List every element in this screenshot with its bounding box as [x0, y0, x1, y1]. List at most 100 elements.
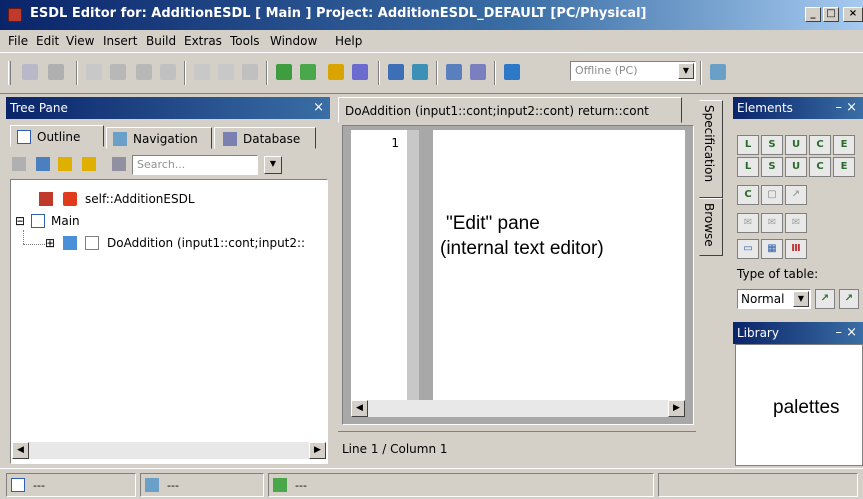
element-union-red-icon[interactable]: U — [785, 157, 807, 177]
menu-help[interactable]: Help — [335, 34, 362, 48]
element-receive-icon[interactable]: ✉ — [761, 213, 783, 233]
up-icon[interactable] — [242, 64, 258, 80]
editor-tab-label: DoAddition (input1::cont;input2::cont) r… — [345, 104, 649, 118]
save-icon[interactable] — [22, 64, 38, 80]
scroll-right-icon[interactable]: ▶ — [668, 400, 685, 417]
cut-icon[interactable] — [86, 64, 102, 80]
sort-icon[interactable] — [36, 157, 50, 171]
elements-pane-close-button[interactable]: – × — [835, 100, 857, 115]
generate-icon[interactable] — [276, 64, 292, 80]
scroll-left-icon[interactable]: ◀ — [351, 400, 368, 417]
tree-node-main[interactable]: Main — [51, 214, 80, 228]
characteristic-line-icon[interactable]: ↗ — [815, 289, 835, 309]
tab-outline[interactable]: Outline — [10, 125, 104, 147]
line-number-gutter: 1 — [351, 130, 419, 400]
element-enum-red-icon[interactable]: E — [833, 157, 855, 177]
package-icon[interactable] — [446, 64, 462, 80]
tree-pane-header: Tree Pane × — [6, 97, 330, 119]
library-pane-close-button[interactable]: – × — [835, 325, 857, 340]
element-enum-icon[interactable]: E — [833, 135, 855, 155]
check-icon[interactable] — [328, 64, 344, 80]
menu-tools[interactable]: Tools — [230, 34, 260, 48]
menu-build[interactable]: Build — [146, 34, 176, 48]
outline-tree[interactable]: self::AdditionESDL ⊟ Main ⊞ DoAddition (… — [10, 179, 328, 464]
filter-icon[interactable] — [12, 157, 26, 171]
tree-expander-main[interactable]: ⊟ — [15, 214, 25, 228]
menu-view[interactable]: View — [66, 34, 94, 48]
maximize-button[interactable]: □ — [823, 7, 839, 22]
element-union-icon[interactable]: U — [785, 135, 807, 155]
characteristic-map-icon[interactable]: ↗ — [839, 289, 859, 309]
menu-window[interactable]: Window — [270, 34, 317, 48]
search-dropdown-button[interactable]: ▼ — [264, 156, 282, 174]
element-array-icon[interactable]: Ⅲ — [785, 239, 807, 259]
element-class-icon[interactable]: C — [809, 135, 831, 155]
element-struct-icon[interactable]: S — [761, 135, 783, 155]
type-of-table-select[interactable]: Normal ▼ — [737, 289, 811, 309]
build-icon[interactable] — [300, 64, 316, 80]
target-icon[interactable] — [504, 64, 520, 80]
experiment-icon[interactable] — [710, 64, 726, 80]
paste-icon[interactable] — [136, 64, 152, 80]
element-struct-red-icon[interactable]: S — [761, 157, 783, 177]
import-icon[interactable] — [470, 64, 486, 80]
undo-icon[interactable] — [194, 64, 210, 80]
delete-icon[interactable] — [160, 64, 176, 80]
model-icon[interactable] — [388, 64, 404, 80]
search-placeholder: Search... — [137, 158, 186, 171]
element-table-icon[interactable]: ▦ — [761, 239, 783, 259]
element-message-icon[interactable]: ▢ — [761, 185, 783, 205]
tab-navigation[interactable]: Navigation — [106, 127, 212, 149]
element-send-icon[interactable]: ✉ — [737, 213, 759, 233]
target-mode-select[interactable]: Offline (PC) ▼ — [570, 61, 696, 81]
toolbar-grip[interactable] — [8, 61, 11, 85]
tree-pane-close-button[interactable]: × — [313, 100, 324, 115]
editor-status-line: Line 1 / Column 1 — [338, 431, 696, 465]
menu-insert[interactable]: Insert — [103, 34, 137, 48]
editor-horizontal-scrollbar[interactable]: ◀ ▶ — [351, 400, 685, 417]
tree-horizontal-scrollbar[interactable]: ◀ ▶ — [12, 442, 326, 459]
find-icon[interactable] — [112, 157, 126, 171]
menu-bar: File Edit View Insert Build Extras Tools… — [0, 30, 863, 52]
minimize-button[interactable]: _ — [805, 7, 821, 22]
toolbar-separator — [494, 61, 496, 85]
tab-browse[interactable]: Browse — [699, 198, 723, 256]
collapse-all-icon[interactable] — [82, 157, 96, 171]
status-cell-empty — [658, 473, 858, 497]
tab-database[interactable]: Database — [214, 127, 316, 149]
compile-icon[interactable] — [352, 64, 368, 80]
element-curve-icon[interactable]: ▭ — [737, 239, 759, 259]
component-icon[interactable] — [412, 64, 428, 80]
expand-all-icon[interactable] — [58, 157, 72, 171]
element-pointer-icon[interactable]: ↗ — [785, 185, 807, 205]
element-constant-icon[interactable]: C — [737, 185, 759, 205]
text-editor[interactable] — [433, 130, 685, 400]
element-local-red-icon[interactable]: L — [737, 157, 759, 177]
cursor-position: Line 1 / Column 1 — [342, 442, 448, 456]
scroll-right-icon[interactable]: ▶ — [309, 442, 326, 459]
elements-pane-title: Elements — [737, 101, 793, 115]
annotation-edit-pane-detail: (internal text editor) — [440, 238, 604, 259]
element-local-icon[interactable]: L — [737, 135, 759, 155]
toolbar-separator — [700, 61, 702, 85]
menu-edit[interactable]: Edit — [36, 34, 59, 48]
scroll-left-icon[interactable]: ◀ — [12, 442, 29, 459]
book-icon — [39, 192, 53, 206]
tree-node-method[interactable]: DoAddition (input1::cont;input2:: — [107, 236, 305, 250]
editor-tab[interactable]: DoAddition (input1::cont;input2::cont) r… — [338, 97, 682, 123]
element-class-red-icon[interactable]: C — [809, 157, 831, 177]
tab-specification[interactable]: Specification — [699, 100, 723, 198]
toolbar-separator — [184, 61, 186, 85]
element-signal-icon[interactable]: ✉ — [785, 213, 807, 233]
tree-expander-method[interactable]: ⊞ — [45, 236, 55, 250]
menu-file[interactable]: File — [8, 34, 28, 48]
chevron-down-icon[interactable]: ▼ — [793, 291, 809, 307]
close-button[interactable]: × — [843, 7, 863, 22]
tree-node-self[interactable]: self::AdditionESDL — [85, 192, 195, 206]
chevron-down-icon[interactable]: ▼ — [678, 63, 694, 79]
copy-icon[interactable] — [110, 64, 126, 80]
search-input[interactable]: Search... — [132, 155, 258, 175]
print-icon[interactable] — [48, 64, 64, 80]
redo-icon[interactable] — [218, 64, 234, 80]
menu-extras[interactable]: Extras — [184, 34, 222, 48]
